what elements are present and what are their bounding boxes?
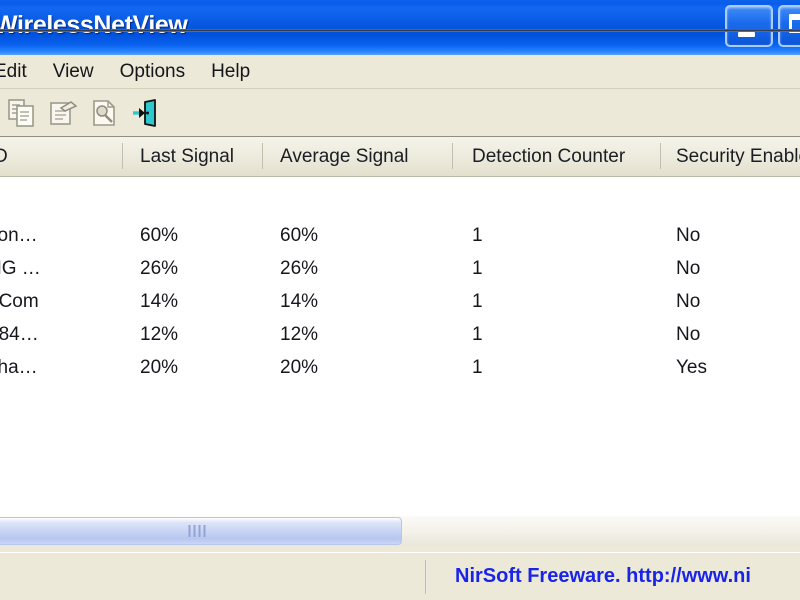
- cell-average-signal: 60%: [280, 225, 319, 246]
- column-header-last-signal[interactable]: Last Signal: [122, 137, 262, 176]
- menu-bar: Edit View Options Help: [0, 55, 800, 88]
- cell-security-enabled: Yes: [676, 357, 707, 378]
- status-pane-divider: [425, 560, 427, 594]
- maximize-button[interactable]: [778, 5, 800, 47]
- cell-ssid: 3Com: [0, 291, 39, 312]
- properties-icon: [50, 100, 77, 125]
- column-header-detection-counter[interactable]: Detection Counter: [452, 137, 660, 176]
- network-list[interactable]: D Last Signal Average Signal Detection C…: [0, 136, 800, 515]
- column-divider: [660, 143, 661, 169]
- minimize-button[interactable]: [725, 5, 773, 47]
- scrollbar-grip-icon: [188, 525, 206, 537]
- column-header-average-signal[interactable]: Average Signal: [262, 137, 452, 176]
- scrollbar-thumb[interactable]: [0, 517, 402, 545]
- copy-selected-items-button[interactable]: [2, 93, 42, 133]
- cell-detection-counter: 1: [472, 324, 483, 345]
- cell-last-signal: 26%: [140, 258, 179, 279]
- minimize-icon: [738, 32, 755, 37]
- horizontal-scrollbar[interactable]: [0, 515, 800, 546]
- cell-security-enabled: No: [676, 324, 701, 345]
- cell-average-signal: 26%: [280, 258, 319, 279]
- list-header-row: D Last Signal Average Signal Detection C…: [0, 136, 800, 177]
- window-inner-border: [0, 29, 800, 32]
- menu-item-view[interactable]: View: [40, 55, 107, 88]
- cell-detection-counter: 1: [472, 291, 483, 312]
- status-bar: NirSoft Freeware. http://www.ni: [0, 552, 800, 600]
- cell-average-signal: 12%: [280, 324, 319, 345]
- cell-detection-counter: 1: [472, 357, 483, 378]
- column-header-security-enabled[interactable]: Security Enable: [660, 137, 800, 176]
- wireless-net-view-window: WirelessNetView Edit View Options Help D…: [0, 0, 800, 600]
- column-divider: [122, 143, 123, 169]
- toolbar: [0, 88, 800, 136]
- table-row[interactable]: con… 60% 60% 1 No: [0, 219, 800, 252]
- cell-security-enabled: No: [676, 291, 701, 312]
- menu-item-options[interactable]: Options: [107, 55, 198, 88]
- table-row[interactable]: sha… 20% 20% 1 Yes: [0, 351, 800, 384]
- cell-ssid: HG …: [0, 258, 41, 279]
- nirsoft-freeware-link[interactable]: NirSoft Freeware. http://www.ni: [455, 553, 751, 600]
- cell-detection-counter: 1: [472, 258, 483, 279]
- html-report-button[interactable]: [84, 93, 124, 133]
- cell-average-signal: 14%: [280, 291, 319, 312]
- cell-ssid: 184…: [0, 324, 39, 345]
- cell-last-signal: 60%: [140, 225, 179, 246]
- cell-average-signal: 20%: [280, 357, 319, 378]
- cell-last-signal: 20%: [140, 357, 179, 378]
- exit-icon: [133, 98, 156, 127]
- table-row[interactable]: 3Com 14% 14% 1 No: [0, 285, 800, 318]
- menu-item-edit[interactable]: Edit: [0, 55, 40, 88]
- html-report-icon: [93, 99, 115, 126]
- menu-item-help[interactable]: Help: [198, 55, 263, 88]
- column-header-ssid[interactable]: D: [0, 137, 122, 176]
- window-titlebar[interactable]: WirelessNetView: [0, 0, 800, 55]
- table-row[interactable]: 184… 12% 12% 1 No: [0, 318, 800, 351]
- cell-detection-counter: 1: [472, 225, 483, 246]
- column-divider: [452, 143, 453, 169]
- cell-last-signal: 12%: [140, 324, 179, 345]
- cell-security-enabled: No: [676, 258, 701, 279]
- copy-icon: [8, 98, 34, 127]
- window-title: WirelessNetView: [0, 11, 188, 39]
- window-controls: [725, 5, 800, 47]
- cell-last-signal: 14%: [140, 291, 179, 312]
- column-divider: [262, 143, 263, 169]
- table-row[interactable]: HG … 26% 26% 1 No: [0, 252, 800, 285]
- exit-button[interactable]: [125, 93, 165, 133]
- properties-button[interactable]: [43, 93, 83, 133]
- cell-ssid: con…: [0, 225, 38, 246]
- cell-ssid: sha…: [0, 357, 38, 378]
- cell-security-enabled: No: [676, 225, 701, 246]
